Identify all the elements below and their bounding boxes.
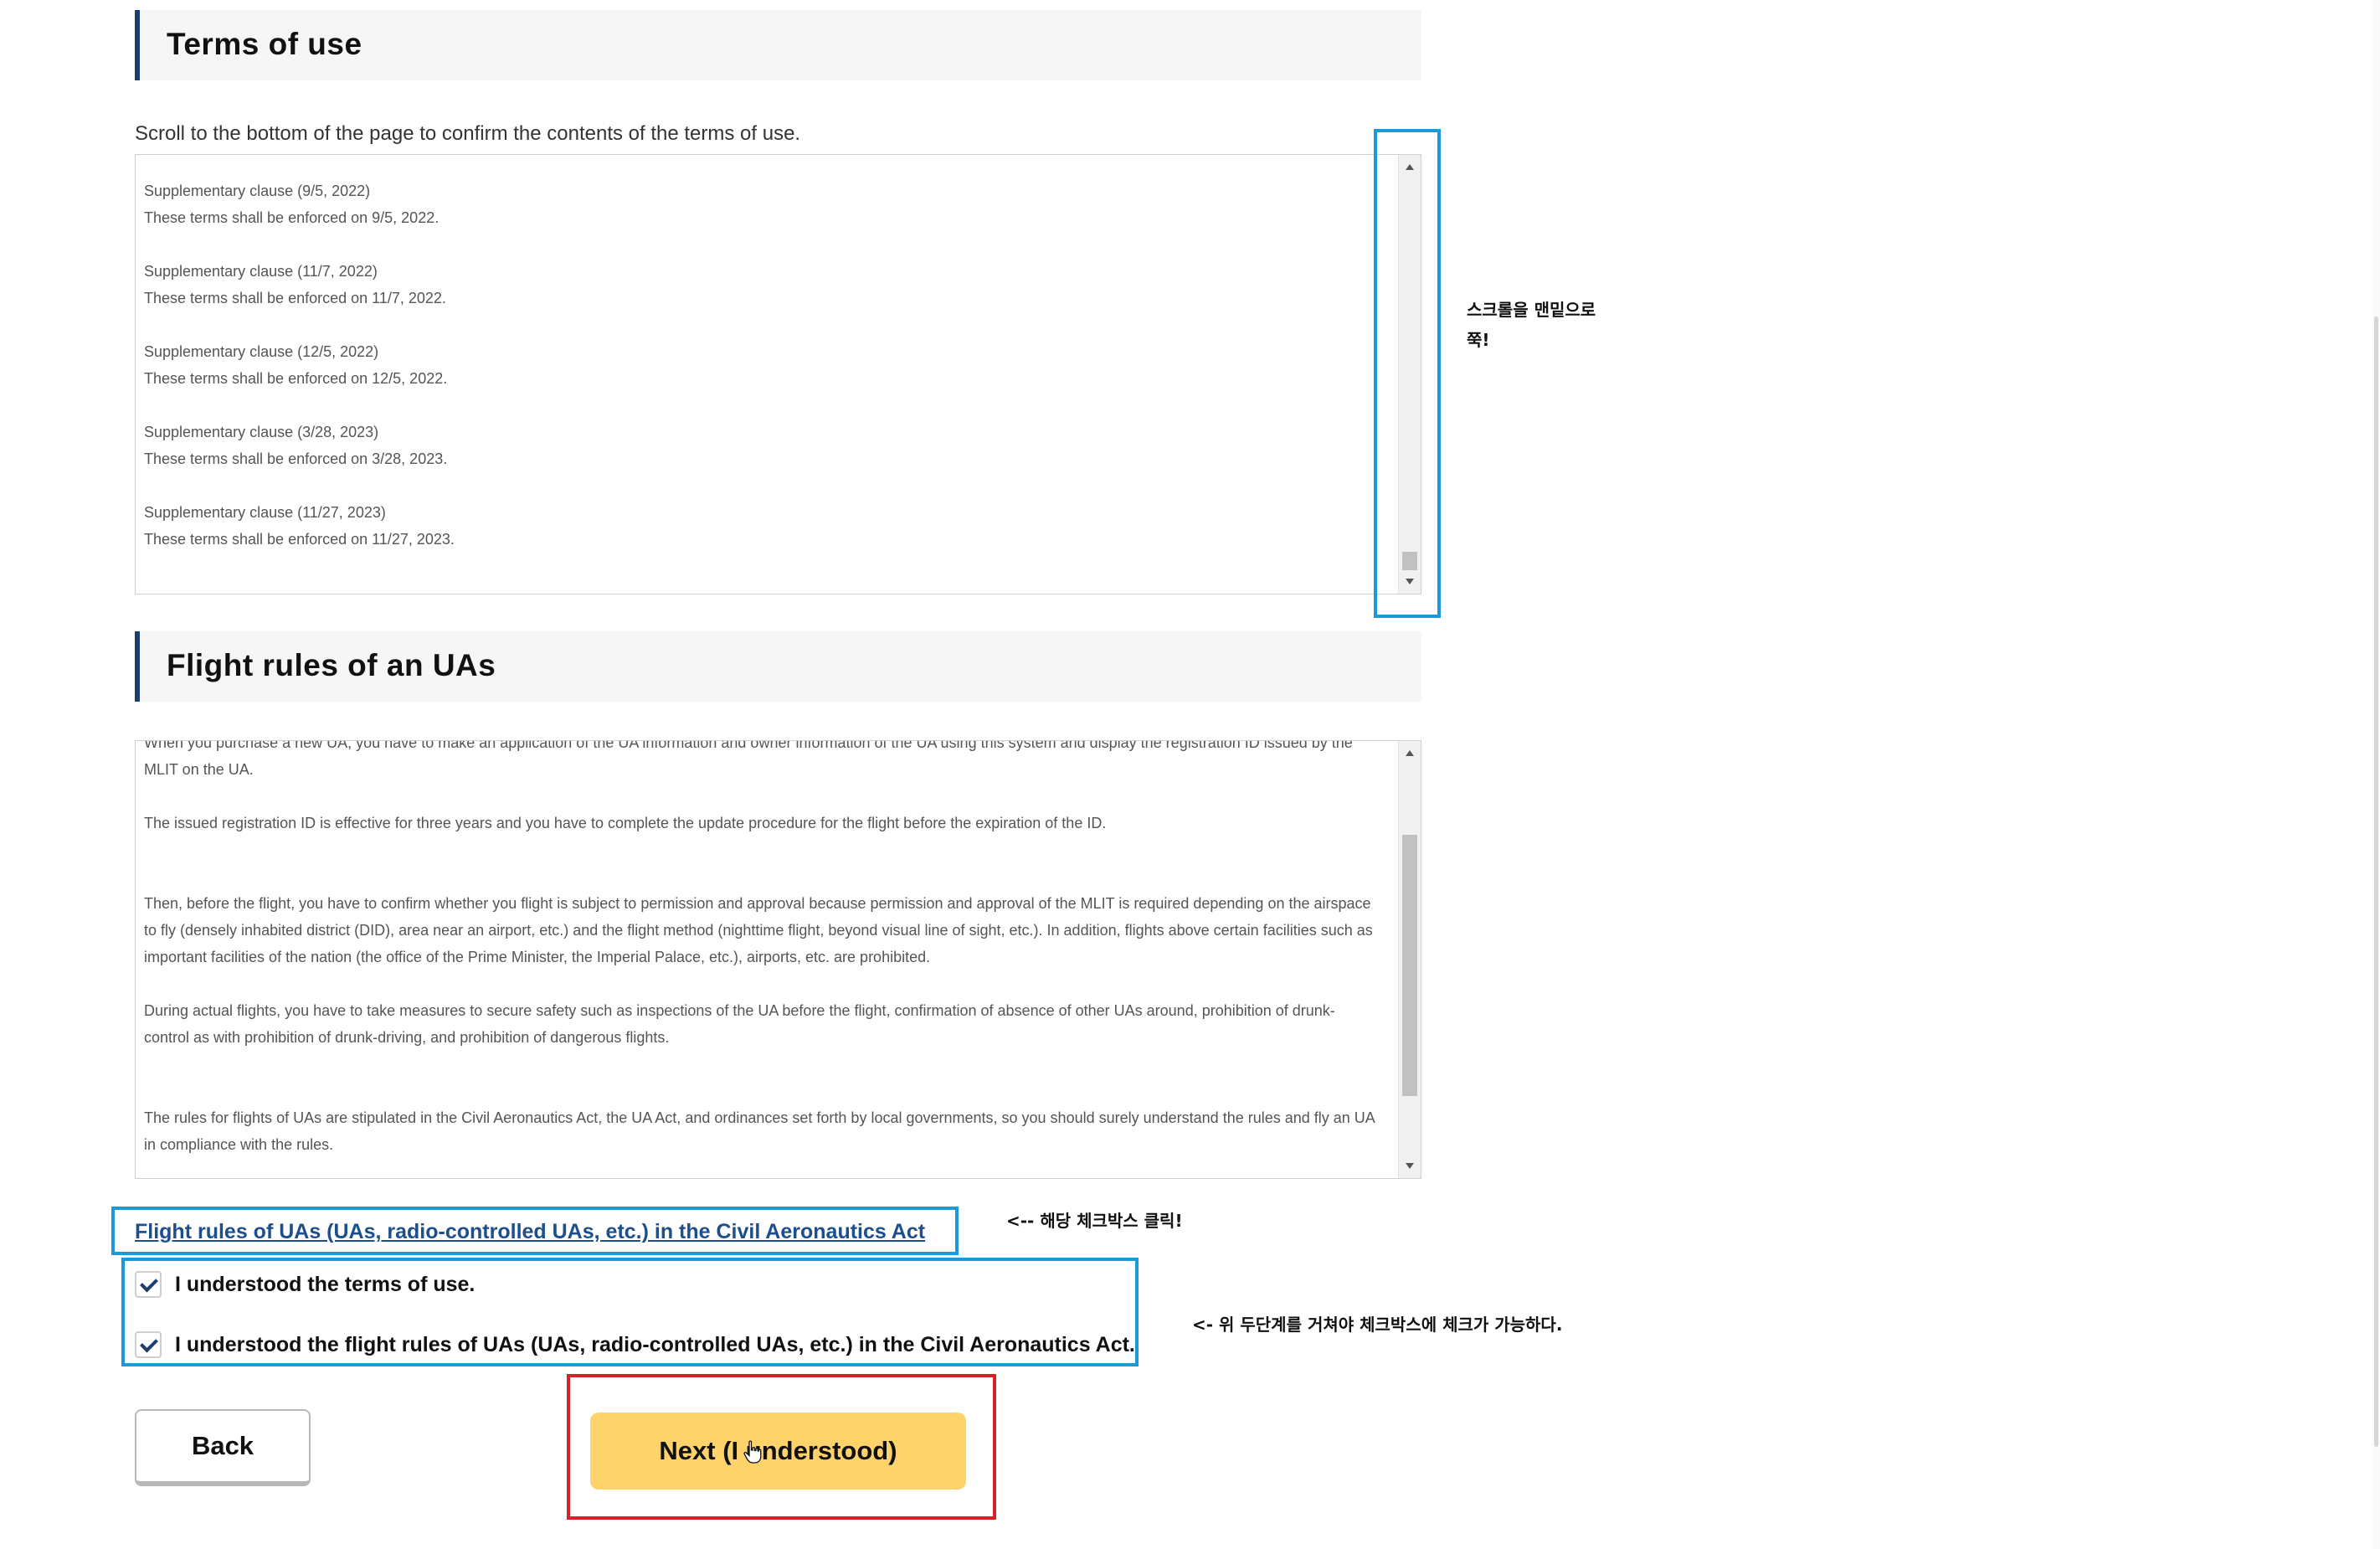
clause-title: Supplementary clause (3/28, 2023) <box>144 424 379 440</box>
flight-rule-paragraph: The issued registration ID is effective … <box>144 815 1107 831</box>
scroll-down-arrow-icon[interactable] <box>1399 1158 1421 1175</box>
terms-checkbox[interactable] <box>135 1271 162 1298</box>
next-button[interactable]: Next (I understood) <box>590 1413 966 1490</box>
scroll-note: 스크롤을 맨밑으로 쭉! <box>1467 295 1596 355</box>
terms-checkbox-label[interactable]: I understood the terms of use. <box>175 1273 475 1297</box>
scroll-up-arrow-icon[interactable] <box>1399 744 1421 761</box>
clause-title: Supplementary clause (12/5, 2022) <box>144 343 379 360</box>
page: { "terms": { "heading": "Terms of use", … <box>0 0 2380 1549</box>
back-button[interactable]: Back <box>135 1409 311 1486</box>
flight-rules-link[interactable]: Flight rules of UAs (UAs, radio-controll… <box>135 1220 925 1244</box>
clause-text: These terms shall be enforced on 3/28, 2… <box>144 450 448 467</box>
flight-rule-paragraph: During actual flights, you have to take … <box>144 1002 1335 1046</box>
link-note: <-- 해당 체크박스 클릭! <box>1006 1211 1183 1231</box>
terms-section-header: Terms of use <box>135 10 1421 80</box>
flight-rules-scrollbar[interactable] <box>1398 741 1421 1178</box>
clause-title: Supplementary clause (11/27, 2023) <box>144 504 386 521</box>
flight-rules-heading: Flight rules of an UAs <box>167 648 496 682</box>
clause-block: Supplementary clause (9/5, 2022) These t… <box>144 178 1375 231</box>
clause-title: Supplementary clause (11/7, 2022) <box>144 263 378 280</box>
page-scroll-thumb[interactable] <box>2374 316 2378 1447</box>
hand-cursor-icon <box>743 1440 762 1464</box>
clause-block: Supplementary clause (12/5, 2022) These … <box>144 338 1375 392</box>
flight-rule-paragraph: The rules for flights of UAs are stipula… <box>144 1109 1375 1153</box>
terms-instruction: Scroll to the bottom of the page to conf… <box>135 122 801 145</box>
flight-rules-checkbox-label[interactable]: I understood the flight rules of UAs (UA… <box>175 1333 1135 1357</box>
terms-scroll-box[interactable]: Supplementary clause (9/5, 2022) These t… <box>135 154 1421 594</box>
flight-rules-scroll-thumb[interactable] <box>1402 835 1417 1096</box>
page-scrollbar[interactable] <box>2372 0 2380 1549</box>
terms-heading: Terms of use <box>167 27 362 61</box>
flight-rule-paragraph: When you purchase a new UA, you have to … <box>144 740 1353 778</box>
clause-block: Supplementary clause (11/7, 2022) These … <box>144 258 1375 311</box>
clause-block: Supplementary clause (3/28, 2023) These … <box>144 419 1375 472</box>
flight-rules-scroll-box[interactable]: When you purchase a new UA, you have to … <box>135 740 1421 1179</box>
check-icon <box>140 1334 158 1353</box>
scroll-note-line1: 스크롤을 맨밑으로 <box>1467 300 1596 320</box>
clause-block: Supplementary clause (11/27, 2023) These… <box>144 499 1375 553</box>
clause-text: These terms shall be enforced on 12/5, 2… <box>144 370 448 387</box>
scrollbar-highlight-box <box>1374 129 1441 618</box>
flight-rule-paragraph: Then, before the flight, you have to con… <box>144 895 1373 965</box>
clause-text: These terms shall be enforced on 11/7, 2… <box>144 290 446 306</box>
terms-checkbox-row[interactable]: I understood the terms of use. <box>135 1271 475 1298</box>
clause-text: These terms shall be enforced on 9/5, 20… <box>144 209 440 226</box>
flight-rules-section-header: Flight rules of an UAs <box>135 631 1421 702</box>
flight-rules-checkbox[interactable] <box>135 1331 162 1358</box>
check-icon <box>140 1274 158 1293</box>
checkbox-note: <- 위 두단계를 거쳐야 체크박스에 체크가 가능하다. <box>1192 1315 1563 1335</box>
scroll-note-line2: 쭉! <box>1467 330 1490 350</box>
flight-rules-checkbox-row[interactable]: I understood the flight rules of UAs (UA… <box>135 1331 1135 1358</box>
clause-text: These terms shall be enforced on 11/27, … <box>144 531 455 548</box>
clause-title: Supplementary clause (9/5, 2022) <box>144 183 371 199</box>
